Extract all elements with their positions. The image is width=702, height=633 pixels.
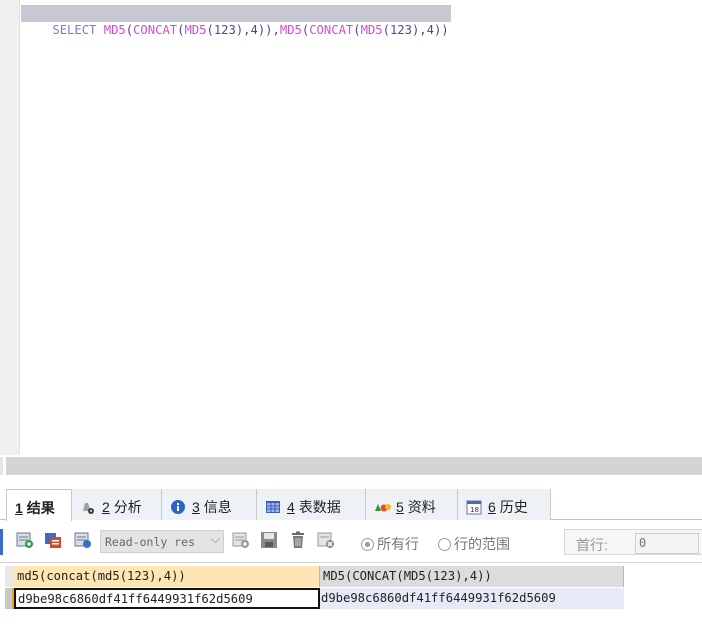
sql-token: MD5 bbox=[184, 23, 207, 37]
radio-all-rows[interactable]: 所有行 bbox=[361, 534, 419, 554]
editor-gutter bbox=[0, 0, 20, 455]
sql-query-line[interactable]: SELECT MD5(CONCAT(MD5(123),4)),MD5(CONCA… bbox=[21, 5, 451, 37]
scrollbar-track[interactable] bbox=[6, 457, 702, 475]
grid-cell[interactable]: d9be98c6860df41ff6449931f62d5609 bbox=[320, 588, 624, 609]
tab-results[interactable]: 1 结果 bbox=[6, 489, 72, 521]
tab-data[interactable]: 5 资料 bbox=[366, 489, 458, 520]
profile-icon bbox=[80, 499, 96, 515]
delete-icon[interactable] bbox=[289, 531, 307, 549]
tab-label: 资料 bbox=[407, 499, 436, 515]
sql-token: ( bbox=[125, 23, 134, 37]
toolbar-edge bbox=[0, 529, 3, 555]
editor-horizontal-scrollbar[interactable] bbox=[0, 455, 702, 477]
radio-dot bbox=[438, 538, 451, 551]
calendar-icon: 18 bbox=[466, 499, 482, 515]
sql-token: MD5 bbox=[360, 23, 383, 37]
tab-label: 分析 bbox=[113, 499, 142, 515]
column-header[interactable]: MD5(CONCAT(MD5(123),4)) bbox=[320, 566, 624, 587]
table-icon bbox=[265, 499, 281, 515]
discard-changes-button[interactable] bbox=[317, 531, 335, 549]
result-tabs: 1 结果 2 分析 3 信息 4 表数据 5 资料 18 6 历史 bbox=[0, 485, 702, 521]
sql-token: (123),4)), bbox=[206, 23, 280, 37]
first-row-label: 首行: bbox=[576, 537, 608, 553]
sql-editor[interactable]: SELECT MD5(CONCAT(MD5(123),4)),MD5(CONCA… bbox=[0, 0, 702, 455]
row-header-corner bbox=[5, 566, 14, 587]
radio-dot bbox=[361, 538, 374, 551]
tab-label: 表数据 bbox=[298, 499, 341, 515]
tab-label: 信息 bbox=[203, 499, 232, 515]
result-grid: md5(concat(md5(123),4)) MD5(CONCAT(MD5(1… bbox=[0, 566, 702, 633]
grid-cell-selected[interactable]: d9be98c6860df41ff6449931f62d5609 bbox=[14, 588, 320, 609]
radio-label: 行的范围 bbox=[454, 536, 510, 552]
sql-token: SELECT bbox=[52, 23, 104, 37]
row-selector[interactable] bbox=[5, 588, 14, 609]
svg-text:18: 18 bbox=[470, 506, 479, 514]
sql-token: (123),4)) bbox=[382, 23, 449, 37]
result-mode-select[interactable]: Read-only res ⌵ bbox=[100, 530, 224, 553]
mode-select-value: Read-only res bbox=[105, 535, 196, 549]
sql-token: MD5 bbox=[279, 23, 302, 37]
column-header[interactable]: md5(concat(md5(123),4)) bbox=[14, 566, 320, 587]
scrollbar-edge bbox=[0, 457, 3, 475]
radio-label: 所有行 bbox=[377, 536, 419, 552]
tab-label: 历史 bbox=[499, 499, 528, 515]
add-row-button[interactable] bbox=[232, 531, 250, 549]
tab-history[interactable]: 18 6 历史 bbox=[458, 489, 551, 520]
copy-rows-button[interactable] bbox=[44, 531, 62, 549]
info-icon bbox=[170, 499, 186, 515]
tab-number: 4 bbox=[287, 499, 295, 515]
sql-token: MD5 bbox=[103, 23, 126, 37]
shapes-icon bbox=[374, 499, 391, 515]
result-toolbar: Read-only res ⌵ 所有行 行的范围 首行: 0 bbox=[0, 523, 702, 563]
save-icon[interactable] bbox=[260, 531, 278, 549]
sql-token: ( bbox=[353, 23, 361, 37]
tab-number: 6 bbox=[488, 499, 496, 515]
tab-info[interactable]: 3 信息 bbox=[162, 489, 257, 520]
tab-number: 2 bbox=[102, 499, 110, 515]
tab-number: 1 bbox=[15, 500, 23, 516]
radio-row-range[interactable]: 行的范围 bbox=[438, 534, 510, 554]
refresh-grid-button[interactable] bbox=[74, 531, 92, 549]
sql-token: CONCAT bbox=[133, 23, 178, 37]
chevron-down-icon: ⌵ bbox=[210, 532, 220, 546]
sql-token: CONCAT bbox=[309, 23, 354, 37]
tab-label: 结果 bbox=[26, 500, 55, 516]
tab-table-data[interactable]: 4 表数据 bbox=[257, 489, 366, 520]
tab-number: 3 bbox=[192, 499, 200, 515]
tab-profile[interactable]: 2 分析 bbox=[72, 489, 162, 520]
tab-number: 5 bbox=[396, 499, 404, 515]
export-button[interactable] bbox=[16, 531, 34, 549]
first-row-input[interactable]: 0 bbox=[635, 533, 699, 554]
